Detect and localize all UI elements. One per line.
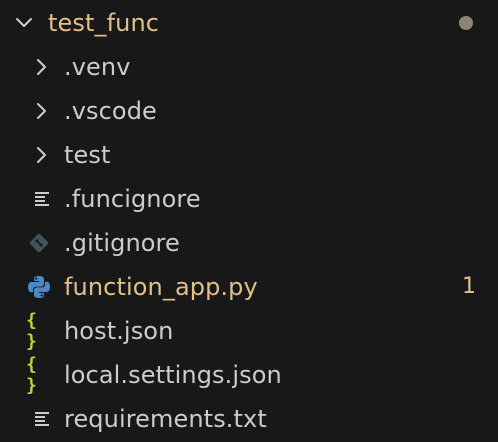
- folder-label: test: [64, 141, 111, 169]
- root-folder-label: test_func: [48, 9, 160, 37]
- folder-label: .venv: [64, 53, 131, 81]
- git-icon: [26, 230, 52, 256]
- file-label: .gitignore: [64, 229, 180, 257]
- file-label: local.settings.json: [64, 361, 282, 389]
- chevron-right-icon[interactable]: [30, 56, 52, 78]
- chevron-down-icon[interactable]: [13, 12, 35, 34]
- file-explorer: test_func .venv .vscode test .funcignore…: [0, 0, 498, 442]
- file-gitignore[interactable]: .gitignore: [0, 221, 498, 265]
- chevron-right-icon[interactable]: [30, 144, 52, 166]
- folder-venv[interactable]: .venv: [0, 45, 498, 89]
- file-funcignore[interactable]: .funcignore: [0, 177, 498, 221]
- lines-file-icon: [29, 186, 55, 212]
- file-label: function_app.py: [64, 273, 258, 301]
- json-braces-icon: { }: [26, 310, 37, 352]
- modified-dot-icon: [459, 16, 473, 30]
- file-label: host.json: [64, 317, 174, 345]
- folder-test[interactable]: test: [0, 133, 498, 177]
- python-icon: [26, 274, 52, 300]
- file-host-json[interactable]: { } host.json: [0, 309, 498, 353]
- json-braces-icon: { }: [26, 354, 37, 396]
- file-label: requirements.txt: [64, 405, 267, 433]
- file-label: .funcignore: [64, 185, 201, 213]
- folder-label: .vscode: [64, 97, 157, 125]
- file-requirements-txt[interactable]: requirements.txt: [0, 397, 498, 441]
- file-function-app-py[interactable]: function_app.py 1: [0, 265, 498, 309]
- problems-count-badge: 1: [462, 274, 476, 299]
- chevron-right-icon[interactable]: [30, 100, 52, 122]
- file-local-settings-json[interactable]: { } local.settings.json: [0, 353, 498, 397]
- root-folder-test-func[interactable]: test_func: [0, 1, 498, 45]
- folder-vscode[interactable]: .vscode: [0, 89, 498, 133]
- lines-file-icon: [29, 406, 55, 432]
